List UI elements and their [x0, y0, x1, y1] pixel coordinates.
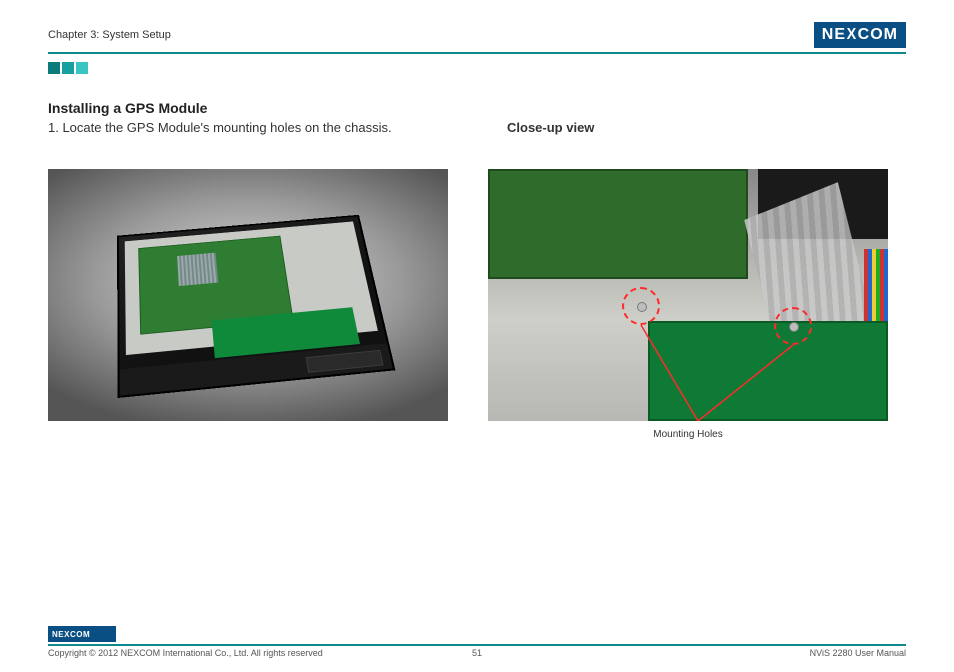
step-text: 1. Locate the GPS Module's mounting hole… [48, 120, 447, 135]
mounting-hole-marker [622, 287, 660, 325]
decorative-squares [48, 62, 906, 74]
document-title: NViS 2280 User Manual [810, 648, 906, 658]
section-title: Installing a GPS Module [48, 100, 906, 116]
chapter-label: Chapter 3: System Setup [48, 29, 171, 41]
deco-square-icon [76, 62, 88, 74]
copyright-text: Copyright © 2012 NEXCOM International Co… [48, 648, 323, 658]
page-number: 51 [472, 648, 482, 658]
overview-photo [48, 169, 448, 421]
mounting-holes-label: Mounting Holes [653, 429, 722, 440]
brand-logo: NEXCOM [814, 22, 906, 48]
deco-square-icon [62, 62, 74, 74]
page-header: Chapter 3: System Setup NEXCOM [48, 22, 906, 54]
mounting-hole-marker [774, 307, 812, 345]
deco-square-icon [48, 62, 60, 74]
footer-brand-logo: NEXCOM [48, 626, 116, 642]
closeup-photo [488, 169, 888, 421]
closeup-view-label: Close-up view [507, 120, 906, 135]
page-footer: NEXCOM Copyright © 2012 NEXCOM Internati… [48, 626, 906, 658]
